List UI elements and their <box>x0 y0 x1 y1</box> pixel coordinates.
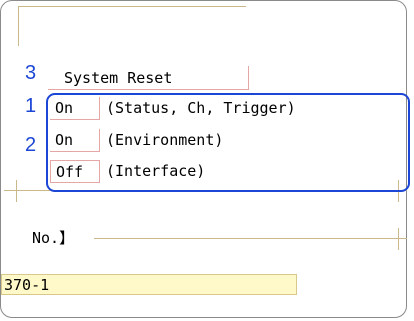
top-guide-line <box>18 6 246 7</box>
system-reset-button[interactable]: System Reset <box>48 66 249 90</box>
middle-left-tick <box>16 180 17 202</box>
highlight-box <box>46 93 410 192</box>
callout-number-2: 2 <box>25 134 37 156</box>
system-reset-label: System Reset <box>64 69 173 87</box>
number-guide-line <box>94 238 407 239</box>
number-right-tick <box>398 228 399 250</box>
callout-number-1: 1 <box>25 95 37 117</box>
number-label: No.】 <box>32 229 75 247</box>
left-guide-line <box>18 6 19 46</box>
callout-number-3: 3 <box>25 62 37 84</box>
number-value-field[interactable]: 370-1 <box>1 274 297 295</box>
